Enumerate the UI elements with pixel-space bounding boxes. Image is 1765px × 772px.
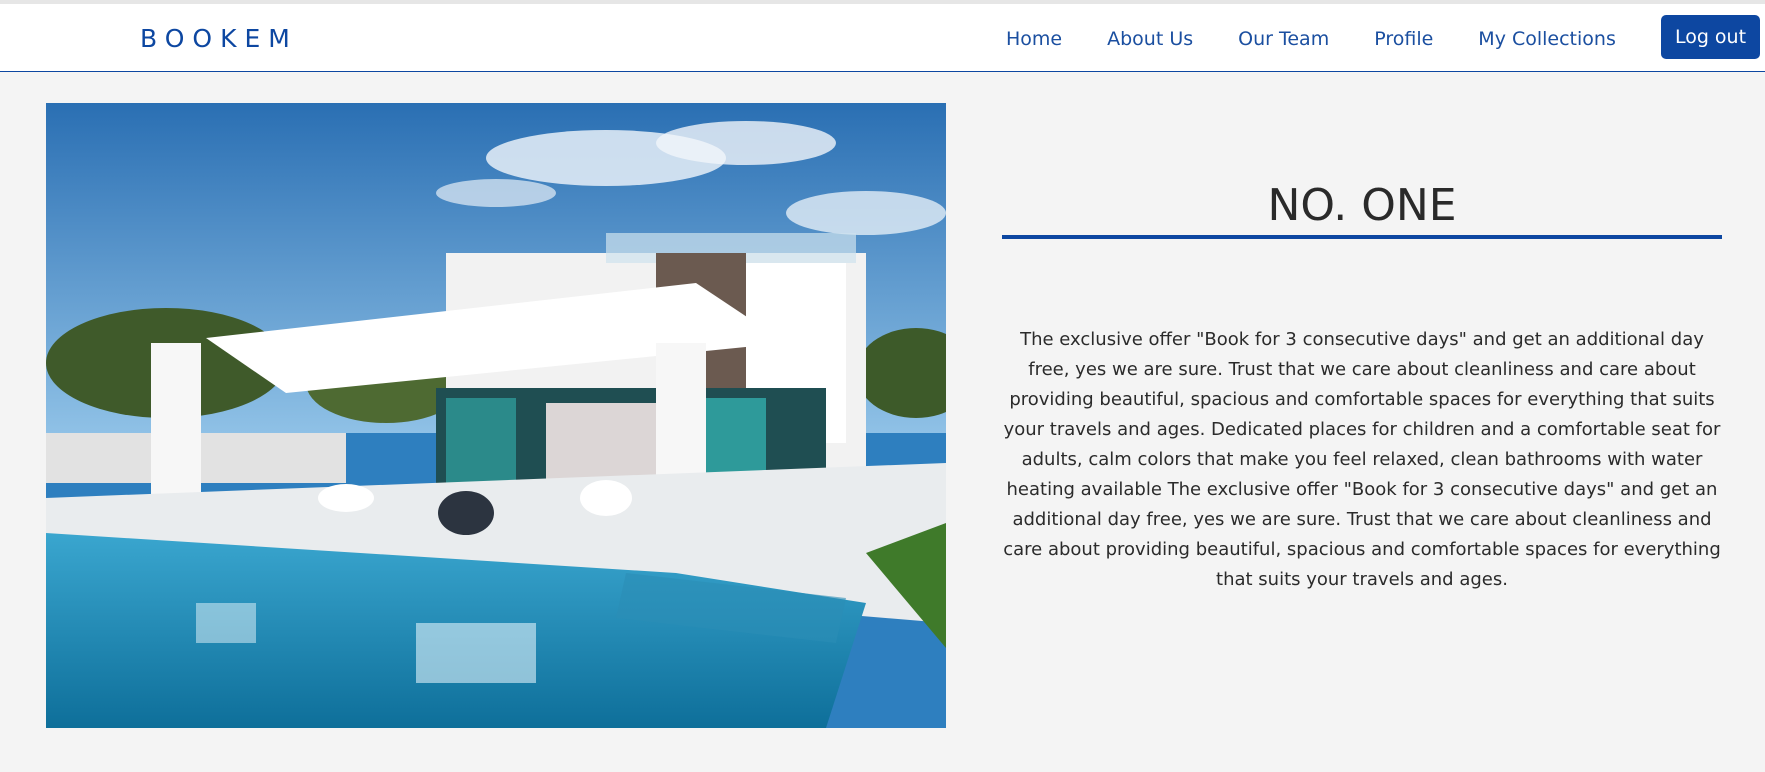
nav-link-home[interactable]: Home [1006, 28, 1062, 50]
villa-pool-illustration [46, 103, 946, 728]
navbar: BOOKEM Home About Us Our Team Profile My… [0, 4, 1765, 72]
page: BOOKEM Home About Us Our Team Profile My… [0, 0, 1765, 772]
offer-section: NO. ONE The exclusive offer "Book for 3 … [1002, 180, 1722, 595]
offer-description: The exclusive offer "Book for 3 consecut… [1003, 328, 1721, 590]
logout-button[interactable]: Log out [1661, 15, 1760, 59]
nav-link-about-us[interactable]: About Us [1107, 28, 1193, 50]
nav-link-profile[interactable]: Profile [1374, 28, 1433, 50]
nav-link-my-collections[interactable]: My Collections [1478, 28, 1616, 50]
title-underline [1002, 234, 1722, 239]
page-title: NO. ONE [1267, 180, 1457, 231]
nav-links: Home About Us Our Team Profile My Collec… [1006, 28, 1661, 50]
brand-logo[interactable]: BOOKEM [140, 24, 298, 53]
nav-link-our-team[interactable]: Our Team [1238, 28, 1329, 50]
hero-image [46, 103, 946, 728]
